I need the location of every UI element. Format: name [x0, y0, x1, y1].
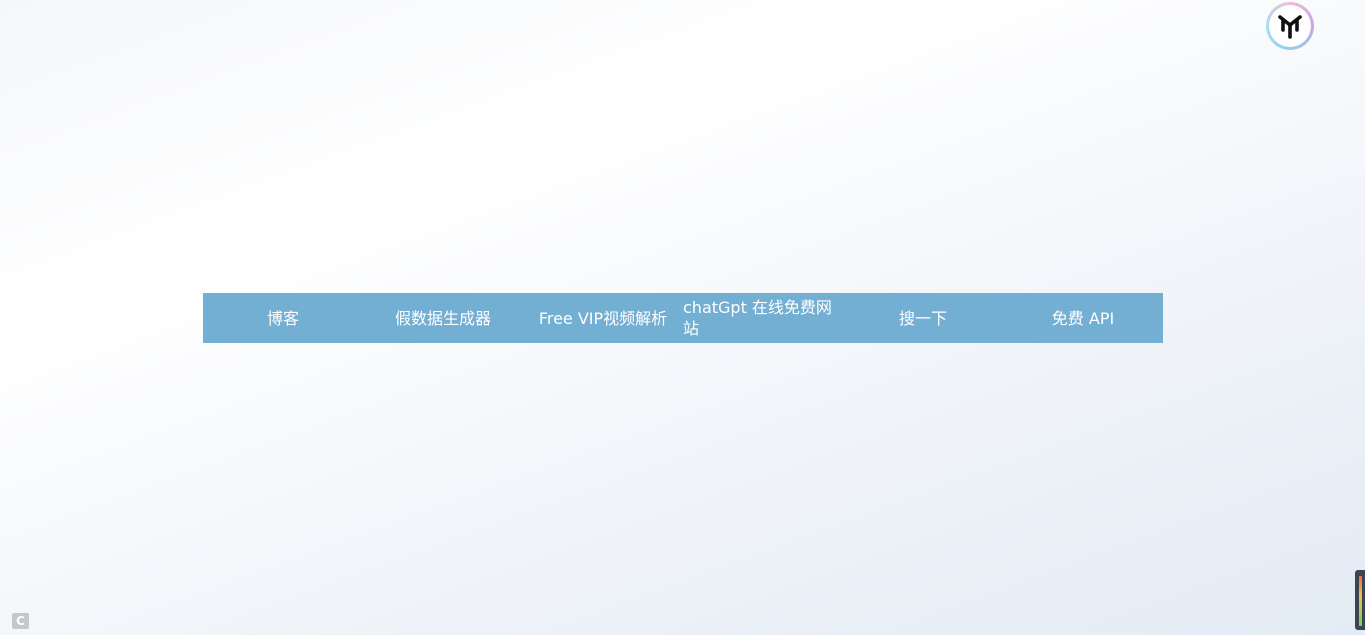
nav-item-label: Free VIP视频解析 [538, 308, 668, 328]
nav-item-vip-video-parser[interactable]: Free VIP视频解析 [523, 293, 683, 343]
nav-item-label: 免费 API [1051, 308, 1115, 328]
nav-item-label: 博客 [266, 308, 299, 328]
c-badge-glyph: C [16, 614, 25, 628]
nav-item-label: chatGpt 在线免费网站 [683, 298, 832, 338]
nav-item-search[interactable]: 搜一下 [843, 293, 1003, 343]
volume-meter-widget[interactable] [1355, 570, 1365, 630]
nav-item-blog[interactable]: 博客 [203, 293, 363, 343]
nav-item-free-api[interactable]: 免费 API [1003, 293, 1163, 343]
nav-item-label: 搜一下 [898, 308, 947, 328]
nav-item-fake-data-generator[interactable]: 假数据生成器 [363, 293, 523, 343]
nav-item-chatgpt-free[interactable]: chatGpt 在线免费网站 [683, 293, 843, 343]
nav-item-label: 假数据生成器 [394, 308, 491, 328]
site-logo-inner [1269, 5, 1311, 47]
main-nav: 博客 假数据生成器 Free VIP视频解析 chatGpt 在线免费网站 搜一… [203, 293, 1163, 343]
c-badge-icon[interactable]: C [12, 613, 29, 629]
volume-meter-icon [1359, 576, 1362, 626]
site-logo[interactable] [1266, 2, 1314, 50]
y-logo-icon [1278, 15, 1302, 39]
